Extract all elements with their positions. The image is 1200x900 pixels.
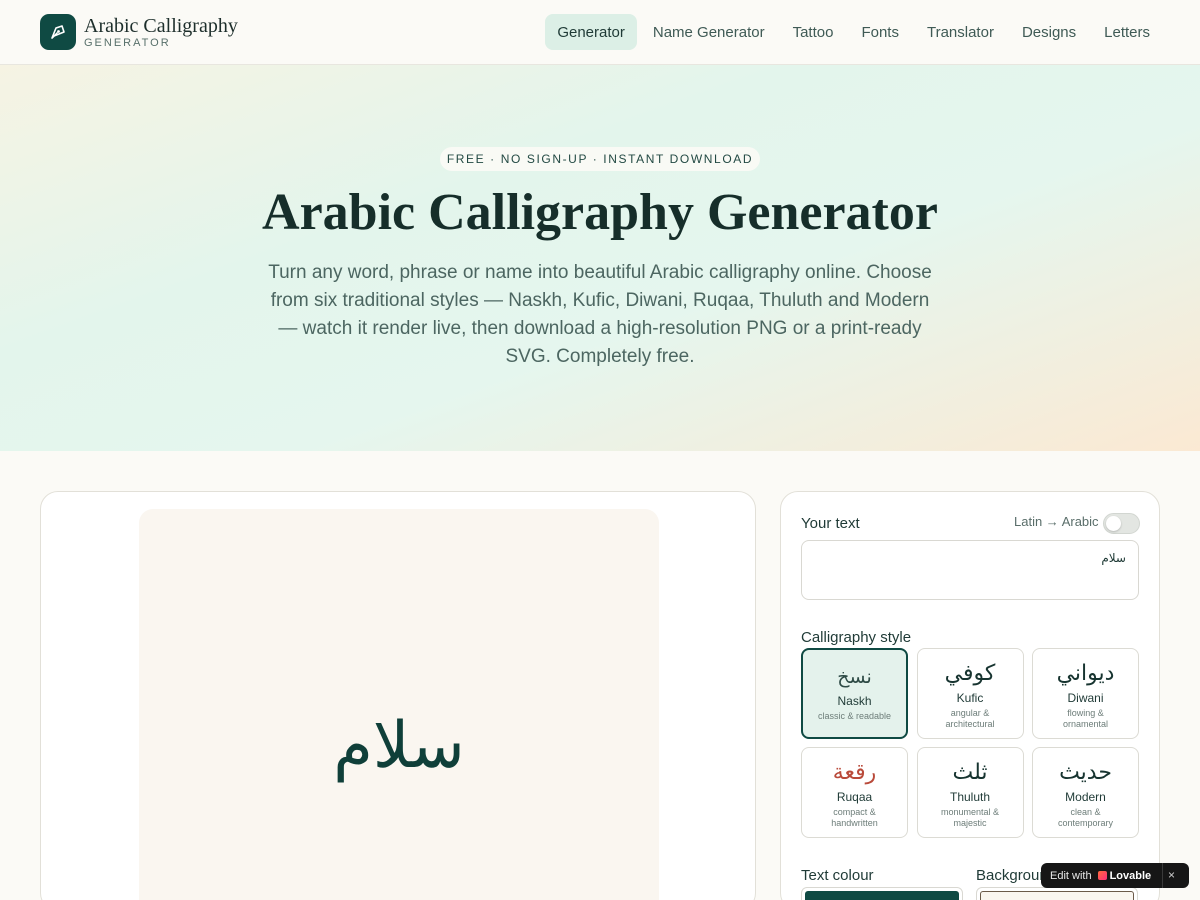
style-name: Modern	[1065, 790, 1106, 804]
site-header: Arabic Calligraphy GENERATOR Generator N…	[0, 0, 1200, 65]
badge-divider	[1162, 863, 1163, 888]
toggle-knob	[1106, 516, 1121, 531]
style-name: Thuluth	[949, 790, 991, 804]
controls-panel: Your text Latin → Arabic سلام Calligraph…	[780, 491, 1160, 900]
style-card-diwani[interactable]: ديواني Diwani flowing & ornamental	[1032, 648, 1139, 739]
pen-nib-icon	[40, 14, 76, 50]
background-colour-swatch	[980, 891, 1134, 900]
nav-generator[interactable]: Generator	[545, 14, 637, 50]
style-card-thuluth[interactable]: ثلث Thuluth monumental & majestic	[916, 747, 1024, 838]
hero-section: FREE · NO SIGN-UP · INSTANT DOWNLOAD Ara…	[0, 65, 1200, 451]
text-colour-picker[interactable]	[801, 887, 963, 900]
page-title: Arabic Calligraphy Generator	[262, 184, 938, 241]
nav-tattoo[interactable]: Tattoo	[781, 14, 846, 50]
style-card-modern[interactable]: حديث Modern clean & contemporary	[1032, 747, 1139, 838]
transliterate-toggle[interactable]	[1103, 513, 1140, 534]
style-desc: classic & readable	[817, 711, 892, 721]
background-colour-picker[interactable]	[976, 887, 1138, 900]
edit-with-lovable-badge[interactable]: Edit with Lovable ×	[1041, 863, 1189, 888]
style-desc: flowing & ornamental	[1062, 708, 1109, 729]
style-card-naskh[interactable]: نسخ Naskh classic & readable	[801, 648, 908, 739]
nav-fonts[interactable]: Fonts	[849, 14, 911, 50]
style-glyph: كوفي	[944, 661, 996, 686]
nav-translator[interactable]: Translator	[915, 14, 1006, 50]
calligraphy-preview-text: سلام	[333, 709, 465, 783]
style-name: Diwani	[1067, 691, 1104, 705]
hero-description: Turn any word, phrase or name into beaut…	[268, 262, 932, 367]
style-glyph: رقعة	[832, 760, 877, 785]
close-icon[interactable]: ×	[1168, 868, 1175, 882]
your-text-label: Your text	[801, 515, 860, 532]
style-card-ruqaa[interactable]: رقعة Ruqaa compact & handwritten	[801, 747, 908, 838]
style-glyph: ثلث	[952, 760, 988, 785]
logo-subtitle: GENERATOR	[84, 36, 171, 49]
text-input[interactable]: سلام	[801, 540, 1139, 600]
style-glyph: ديواني	[1056, 661, 1115, 686]
lovable-heart-icon	[1097, 871, 1107, 880]
calligraphy-style-label: Calligraphy style	[801, 629, 912, 646]
nav-name-generator[interactable]: Name Generator	[641, 14, 777, 50]
nav-letters[interactable]: Letters	[1092, 14, 1162, 50]
logo-title: Arabic Calligraphy	[84, 14, 238, 37]
style-desc: clean & contemporary	[1057, 807, 1114, 828]
badge-brand-text: Lovable	[1109, 869, 1152, 882]
style-desc: monumental & majestic	[940, 807, 1000, 828]
transliterate-toggle-label: Latin → Arabic	[1014, 514, 1099, 529]
style-card-kufic[interactable]: كوفي Kufic angular & architectural	[916, 648, 1024, 739]
logo[interactable]: Arabic Calligraphy GENERATOR	[40, 14, 238, 50]
text-colour-swatch	[805, 891, 959, 900]
calligraphy-canvas: سلام	[139, 509, 659, 900]
main-nav: Generator Name Generator Tattoo Fonts Tr…	[545, 14, 1162, 50]
style-grid: نسخ Naskh classic & readable كوفي Kufic …	[801, 648, 1139, 838]
style-name: Kufic	[956, 691, 984, 705]
style-name: Naskh	[837, 694, 872, 708]
style-name: Ruqaa	[836, 790, 873, 804]
nav-designs[interactable]: Designs	[1010, 14, 1088, 50]
text-colour-label: Text colour	[801, 867, 874, 884]
style-desc: compact & handwritten	[831, 807, 878, 828]
style-glyph: حديث	[1059, 760, 1112, 785]
hero-pill-badge: FREE · NO SIGN-UP · INSTANT DOWNLOAD	[440, 147, 760, 171]
style-glyph: نسخ	[837, 666, 872, 688]
badge-edit-text: Edit with	[1050, 869, 1092, 882]
preview-card: سلام	[40, 491, 756, 900]
style-desc: angular & architectural	[945, 708, 995, 729]
